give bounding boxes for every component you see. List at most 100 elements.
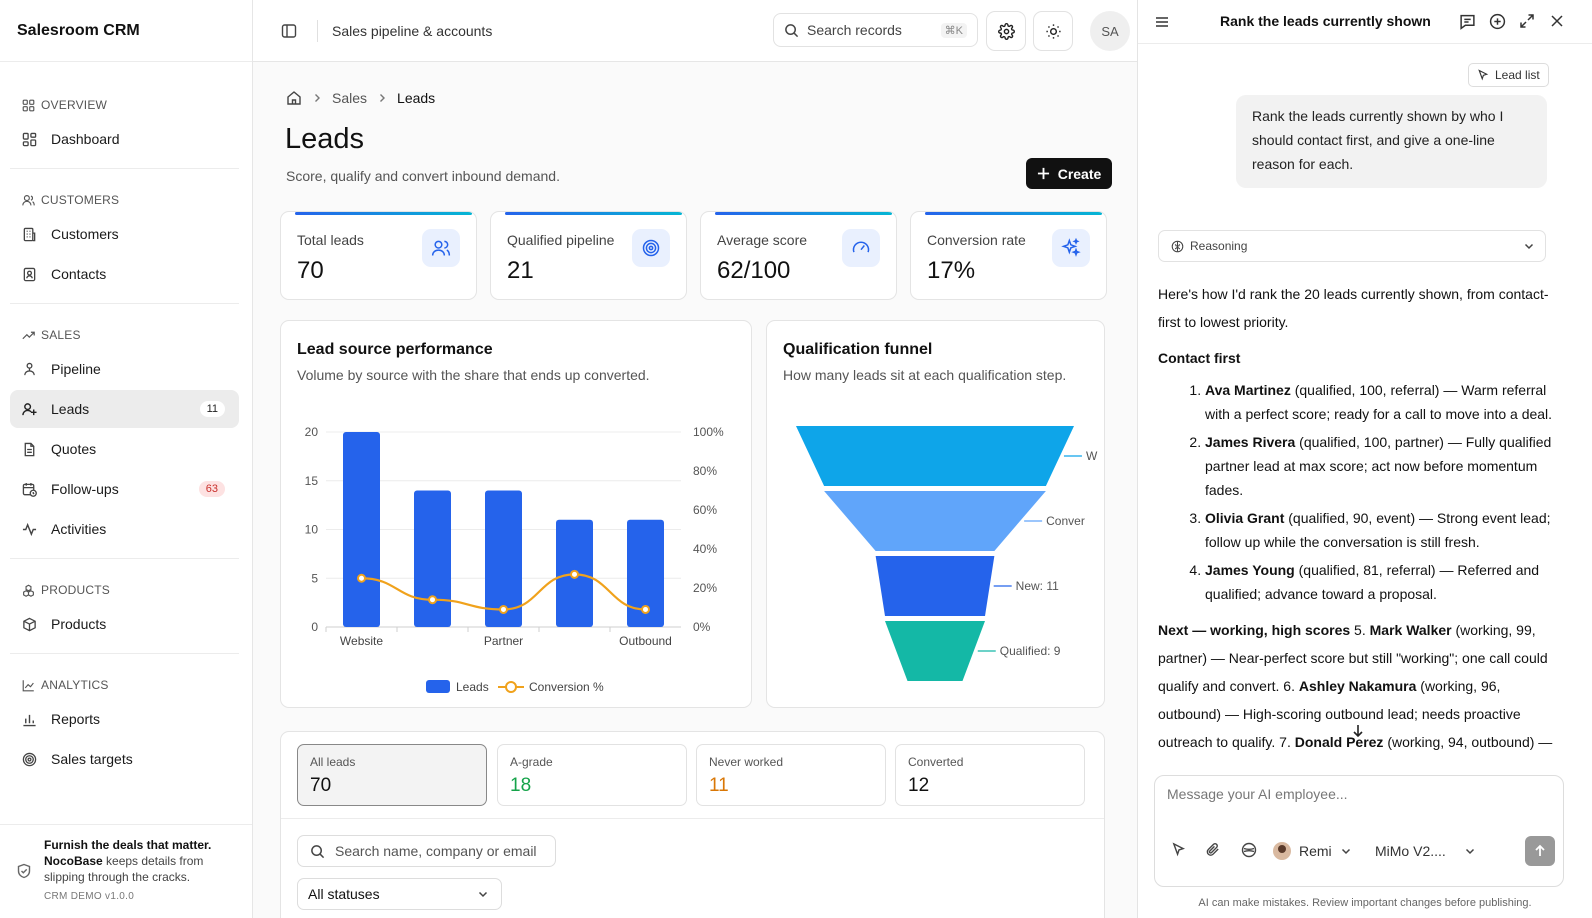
- kpi-value: 21: [507, 257, 534, 284]
- user-avatar[interactable]: SA: [1090, 11, 1130, 51]
- top-bar: Sales pipeline & accounts Search records…: [253, 0, 1137, 62]
- lead-name: Mark Walker: [1369, 622, 1452, 638]
- y2-tick-label: 80%: [693, 464, 717, 478]
- line-point: [357, 573, 366, 583]
- funnel-segment: [796, 426, 1074, 486]
- kpi-value: 70: [297, 257, 324, 284]
- reasoning-toggle[interactable]: Reasoning: [1158, 230, 1546, 262]
- leads-table-card: All leads 70 A-grade 18 Never worked 11 …: [280, 731, 1105, 918]
- sidebar-section-overview: OVERVIEW Dashboard: [10, 62, 239, 169]
- calendar-clock-icon: [22, 482, 37, 497]
- kpi-label: Qualified pipeline: [507, 232, 615, 248]
- lead-name: James Rivera: [1205, 434, 1296, 450]
- sidebar-item-reports[interactable]: Reports: [10, 700, 239, 738]
- answer-group-heading: Contact first: [1158, 350, 1241, 366]
- sidebar-item-label: Quotes: [51, 441, 97, 457]
- line-point: [428, 595, 437, 605]
- sidebar-item-sales-targets[interactable]: Sales targets: [10, 740, 239, 778]
- lead-name: Olivia Grant: [1205, 510, 1285, 526]
- sidebar-item-leads[interactable]: Leads 11: [10, 390, 239, 428]
- arrow-up-icon: [1535, 844, 1545, 856]
- chevron-down-icon: [478, 891, 488, 898]
- sparkles-icon: [1061, 238, 1081, 257]
- close-icon[interactable]: [1549, 13, 1565, 29]
- sidebar-section-customers: CUSTOMERS Customers Contacts: [10, 169, 239, 304]
- y2-tick-label: 0%: [693, 620, 711, 634]
- stat-value: 12: [908, 775, 930, 796]
- global-search-button[interactable]: Search records ⌘K: [773, 13, 978, 47]
- stat-label: Converted: [908, 755, 964, 769]
- settings-button[interactable]: [986, 11, 1026, 51]
- context-chip-lead-list[interactable]: Lead list: [1468, 63, 1549, 87]
- new-chat-icon[interactable]: [1489, 13, 1506, 30]
- chart-title: Lead source performance: [297, 341, 493, 358]
- building-icon: [23, 227, 36, 241]
- sidebar-item-pipeline[interactable]: Pipeline: [10, 350, 239, 388]
- sidebar-item-activities[interactable]: Activities: [10, 510, 239, 548]
- plus-icon: [1037, 167, 1049, 180]
- chevron-right-icon: [315, 94, 320, 102]
- section-title: SALES: [41, 328, 81, 342]
- cursor-icon: [1478, 69, 1489, 81]
- target-icon: [642, 239, 660, 257]
- line-point: [499, 604, 508, 614]
- funnel-segment: [875, 556, 995, 616]
- kpi-qualified-pipeline[interactable]: Qualified pipeline 21: [490, 211, 687, 300]
- cursor-select-icon[interactable]: [1171, 842, 1186, 857]
- kpi-label: Total leads: [297, 232, 364, 248]
- x-tick-label: Partner: [484, 634, 523, 648]
- breadcrumb-sales[interactable]: Sales: [332, 90, 367, 106]
- expand-icon[interactable]: [1519, 13, 1535, 29]
- stat-a-grade[interactable]: A-grade 18: [497, 744, 687, 806]
- sidebar-item-label: Pipeline: [51, 361, 101, 377]
- home-icon[interactable]: [286, 90, 302, 106]
- answer-group-heading: Next — working, high scores: [1158, 622, 1351, 638]
- kpi-average-score[interactable]: Average score 62/100: [700, 211, 897, 300]
- skills-icon[interactable]: [1241, 842, 1257, 858]
- sidebar-item-follow-ups[interactable]: Follow-ups 63: [10, 470, 239, 508]
- list-item: James Young (qualified, 81, referral) — …: [1205, 558, 1558, 606]
- message-input[interactable]: Message your AI employee...: [1167, 786, 1348, 802]
- sidebar-section-analytics: ANALYTICS Reports Sales targets: [10, 654, 239, 788]
- chat-history-icon[interactable]: [1459, 13, 1476, 30]
- section-title: PRODUCTS: [41, 583, 110, 597]
- stat-label: All leads: [310, 755, 356, 769]
- sidebar-item-quotes[interactable]: Quotes: [10, 430, 239, 468]
- kpi-conversion-rate[interactable]: Conversion rate 17%: [910, 211, 1107, 300]
- scroll-down-icon[interactable]: [1351, 724, 1365, 738]
- line-chart-icon: [22, 679, 34, 691]
- app-brand[interactable]: Salesroom CRM: [0, 0, 252, 62]
- sidebar-item-dashboard[interactable]: Dashboard: [10, 120, 239, 158]
- sidebar-item-customers[interactable]: Customers: [10, 215, 239, 253]
- stat-all-leads[interactable]: All leads 70: [297, 744, 487, 806]
- stat-label: Never worked: [709, 755, 784, 769]
- activity-icon: [22, 522, 37, 536]
- section-title: ANALYTICS: [41, 678, 109, 692]
- stat-converted[interactable]: Converted 12: [895, 744, 1085, 806]
- toggle-sidebar-button[interactable]: [275, 17, 303, 45]
- sidebar-footer: Furnish the deals that matter. NocoBase …: [0, 824, 252, 918]
- menu-icon[interactable]: [1154, 14, 1170, 30]
- model-selector[interactable]: MiMo V2....: [1375, 838, 1476, 864]
- status-filter-select[interactable]: All statuses: [297, 878, 502, 910]
- sidebar-item-products[interactable]: Products: [10, 605, 239, 643]
- follow-ups-count-badge: 63: [198, 481, 225, 497]
- sidebar-item-contacts[interactable]: Contacts: [10, 255, 239, 293]
- paperclip-icon[interactable]: [1206, 842, 1221, 857]
- agent-selector[interactable]: Remi: [1273, 838, 1352, 864]
- lead-search-input[interactable]: Search name, company or email: [297, 835, 556, 867]
- create-lead-button[interactable]: Create: [1026, 158, 1112, 189]
- ai-chat-panel: Rank the leads currently shown Lead list…: [1137, 0, 1592, 918]
- assistant-message: Here's how I'd rank the 20 leads current…: [1158, 280, 1558, 760]
- theme-toggle-button[interactable]: [1033, 11, 1073, 51]
- sidebar: Salesroom CRM OVERVIEW Dashboard CUSTOME…: [0, 0, 253, 918]
- legend-swatch: [426, 680, 450, 693]
- kpi-total-leads[interactable]: Total leads 70: [280, 211, 477, 300]
- stat-never-worked[interactable]: Never worked 11: [696, 744, 886, 806]
- send-button[interactable]: [1525, 836, 1555, 866]
- package-icon: [23, 617, 36, 631]
- lead-reason: (working, 94, outbound) —: [1383, 734, 1553, 750]
- search-icon: [785, 23, 799, 37]
- chevron-right-icon: [380, 94, 386, 102]
- stat-label: A-grade: [510, 755, 553, 769]
